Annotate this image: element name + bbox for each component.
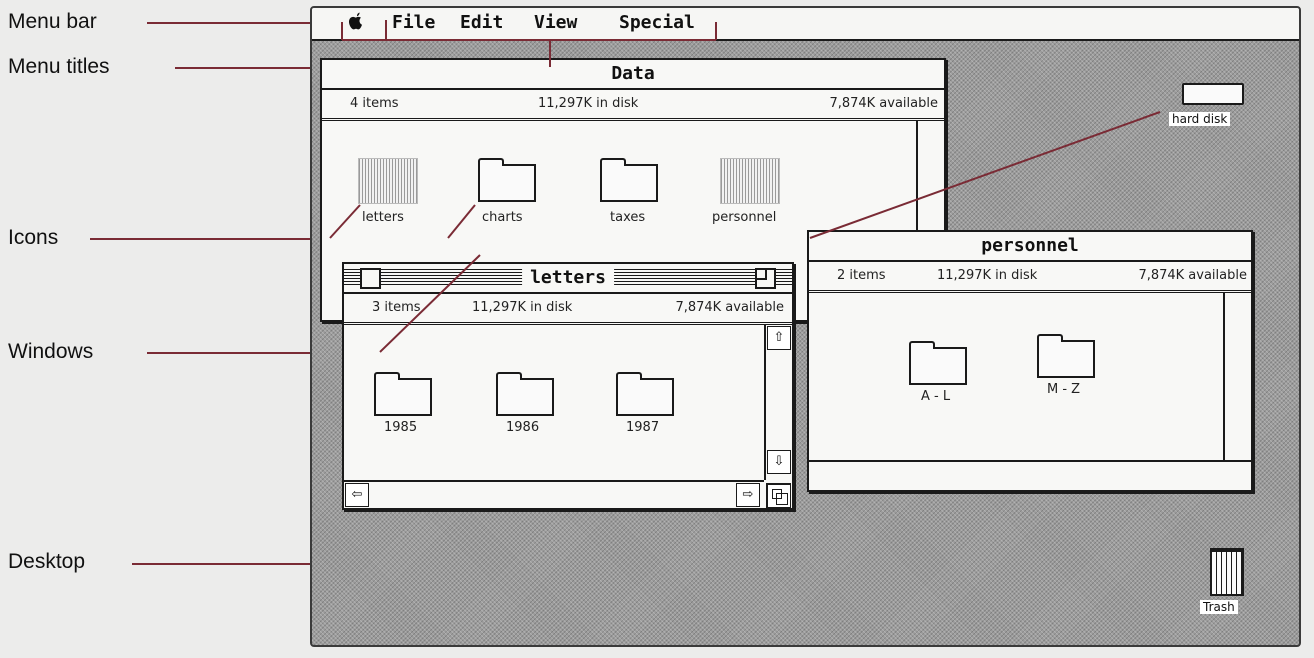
letters-vscroll[interactable]: ⇧ ⇩ (764, 324, 792, 480)
menu-file[interactable]: File (392, 12, 435, 33)
icon-label-charts[interactable]: charts (482, 210, 523, 225)
folder-label-a-l[interactable]: A - L (921, 389, 950, 404)
data-disk-usage: 11,297K in disk (538, 96, 639, 111)
folder-icon[interactable] (496, 372, 554, 416)
window-letters[interactable]: letters 3 items 11,297K in disk 7,874K a… (342, 262, 794, 510)
trash-label[interactable]: Trash (1200, 600, 1238, 614)
personnel-vscroll[interactable] (1223, 292, 1251, 460)
apple-logo-icon[interactable] (348, 12, 364, 36)
folder-label-m-z[interactable]: M - Z (1047, 382, 1080, 397)
data-item-count: 4 items (350, 96, 399, 111)
icon-label-letters[interactable]: letters (362, 210, 404, 225)
menu-view[interactable]: View (534, 12, 577, 33)
folder-icon[interactable] (1037, 334, 1095, 378)
window-personnel[interactable]: personnel 2 items 11,297K in disk 7,874K… (807, 230, 1253, 492)
letters-disk-usage: 11,297K in disk (472, 300, 573, 315)
window-personnel-titlebar[interactable]: personnel (809, 232, 1251, 262)
scroll-down-arrow-icon[interactable]: ⇩ (767, 450, 791, 474)
callout-desktop: Desktop (8, 550, 86, 573)
window-personnel-info: 2 items 11,297K in disk 7,874K available (809, 262, 1251, 293)
personnel-item-count: 2 items (837, 268, 886, 283)
icon-label-taxes[interactable]: taxes (610, 210, 645, 225)
folder-icon[interactable] (909, 341, 967, 385)
callout-menu-bar: Menu bar (8, 10, 97, 33)
document-icon[interactable] (720, 158, 780, 204)
scroll-right-arrow-icon[interactable]: ⇨ (736, 483, 760, 507)
folder-label-1986[interactable]: 1986 (506, 420, 539, 435)
scroll-up-arrow-icon[interactable]: ⇧ (767, 326, 791, 350)
scroll-left-arrow-icon[interactable]: ⇦ (345, 483, 369, 507)
document-icon[interactable] (358, 158, 418, 204)
close-box-icon[interactable] (360, 268, 381, 289)
zoom-box-icon[interactable] (755, 268, 776, 289)
folder-label-1985[interactable]: 1985 (384, 420, 417, 435)
window-data-info: 4 items 11,297K in disk 7,874K available (322, 90, 944, 121)
window-letters-titlebar[interactable]: letters (344, 264, 792, 294)
personnel-hscroll[interactable] (809, 460, 1251, 488)
trash-icon[interactable] (1210, 548, 1244, 596)
desktop[interactable]: File Edit View Special hard disk Data 4 … (310, 6, 1301, 647)
letters-available: 7,874K available (675, 300, 784, 315)
callout-icons: Icons (8, 226, 59, 249)
menu-special[interactable]: Special (619, 12, 695, 33)
size-box-icon[interactable] (766, 483, 791, 508)
callout-menu-titles: Menu titles (8, 55, 110, 78)
window-letters-title: letters (522, 267, 614, 288)
window-letters-info: 3 items 11,297K in disk 7,874K available (344, 294, 792, 325)
window-personnel-title: personnel (973, 235, 1087, 256)
icon-label-personnel[interactable]: personnel (712, 210, 776, 225)
folder-icon[interactable] (374, 372, 432, 416)
folder-icon[interactable] (616, 372, 674, 416)
window-data-title: Data (603, 63, 663, 84)
folder-icon[interactable] (600, 158, 658, 202)
hard-disk-icon[interactable] (1182, 83, 1244, 105)
personnel-disk-usage: 11,297K in disk (937, 268, 1038, 283)
menu-edit[interactable]: Edit (460, 12, 503, 33)
menu-bar: File Edit View Special (312, 8, 1299, 41)
hard-disk-label[interactable]: hard disk (1169, 112, 1231, 126)
letters-hscroll[interactable]: ⇦ ⇨ (344, 480, 764, 508)
folder-label-1987[interactable]: 1987 (626, 420, 659, 435)
window-data-titlebar[interactable]: Data (322, 60, 944, 90)
callout-windows: Windows (8, 340, 94, 363)
folder-icon[interactable] (478, 158, 536, 202)
letters-item-count: 3 items (372, 300, 421, 315)
personnel-available: 7,874K available (1138, 268, 1247, 283)
data-available: 7,874K available (829, 96, 938, 111)
